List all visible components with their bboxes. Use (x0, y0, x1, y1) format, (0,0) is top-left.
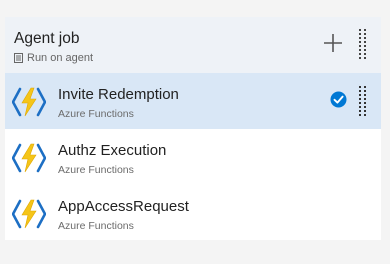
task-row-invite-redemption[interactable]: Invite Redemption Azure Functions (5, 73, 381, 129)
task-type: Azure Functions (58, 220, 134, 232)
task-name: AppAccessRequest (58, 198, 189, 215)
agent-job-subtitle-row: Run on agent (14, 52, 93, 64)
check-circle-icon (330, 91, 347, 108)
add-task-button[interactable] (322, 32, 344, 54)
azure-functions-icon (11, 86, 47, 118)
agent-job-header[interactable]: Agent job Run on agent (5, 17, 381, 73)
azure-functions-icon (11, 142, 47, 174)
task-name: Invite Redemption (58, 86, 179, 103)
azure-functions-icon (11, 198, 47, 230)
agent-job-subtitle: Run on agent (27, 52, 94, 64)
task-row-app-access-request[interactable]: AppAccessRequest Azure Functions (5, 185, 381, 241)
task-type: Azure Functions (58, 164, 134, 176)
plus-icon (324, 34, 342, 52)
task-name: Authz Execution (58, 142, 167, 159)
task-type: Azure Functions (58, 108, 134, 120)
task-row-authz-execution[interactable]: Authz Execution Azure Functions (5, 129, 381, 185)
drag-handle-icon[interactable] (359, 29, 366, 59)
agent-job-title: Agent job (14, 30, 80, 47)
drag-handle-icon[interactable] (359, 86, 366, 116)
pipeline-phase-panel: Agent job Run on agent Invite Redemption… (5, 17, 381, 240)
server-icon (14, 53, 23, 63)
